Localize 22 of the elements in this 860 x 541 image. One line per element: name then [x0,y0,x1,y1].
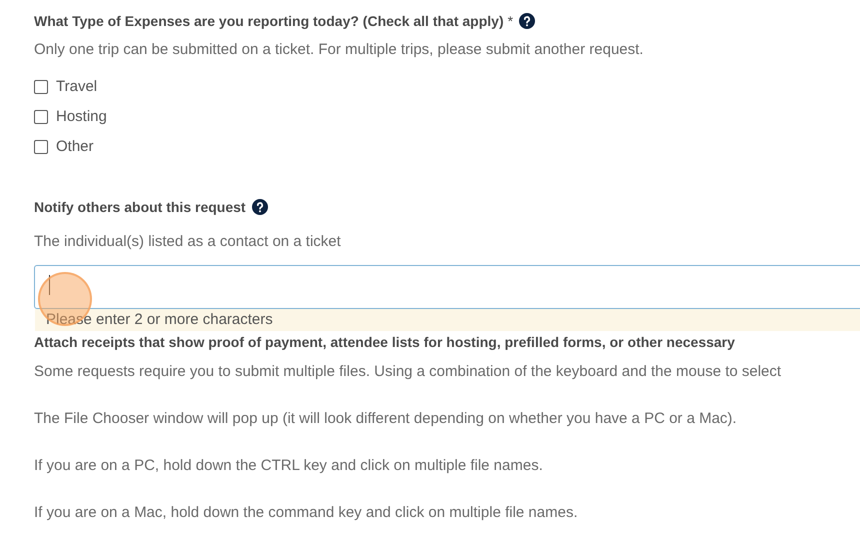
paragraph: Some requests require you to submit multiple files. Using a combination of the keyboard and the mouse to select [34,362,782,381]
help-icon[interactable] [252,199,268,215]
checkbox-label: Other [56,136,94,157]
checkbox[interactable] [34,110,48,124]
checkbox[interactable] [34,80,48,94]
help-text: The individual(s) listed as a contact on a ticket [34,232,342,251]
field-label: What Type of Expenses are you reporting today? (Check all that apply) [34,12,504,31]
help-text: Only one trip can be submitted on a ticket. For multiple trips, please submit another request. [34,40,644,59]
field-label: Notify others about this request [34,198,246,217]
click-indicator [38,272,92,326]
required-mark: * [508,12,514,30]
paragraph: If you are on a PC, hold down the CTRL key and click on multiple file names. [34,456,544,475]
field-label: Attach receipts that show proof of payment, attendee lists for hosting, prefilled forms, or other necessary [34,333,736,351]
text-cursor [49,275,50,295]
paragraph: The File Chooser window will pop up (it will look different depending on whether you have a PC or a Mac). [34,409,738,428]
checkbox[interactable] [34,140,48,154]
input-field[interactable] [34,265,860,309]
checkbox-label: Hosting [56,106,107,127]
dropdown-message: Please enter 2 or more characters [35,309,860,331]
paragraph: If you are on a Mac, hold down the command key and click on multiple file names. [34,503,579,522]
checkbox-label: Travel [56,76,98,97]
help-icon[interactable] [519,13,536,29]
